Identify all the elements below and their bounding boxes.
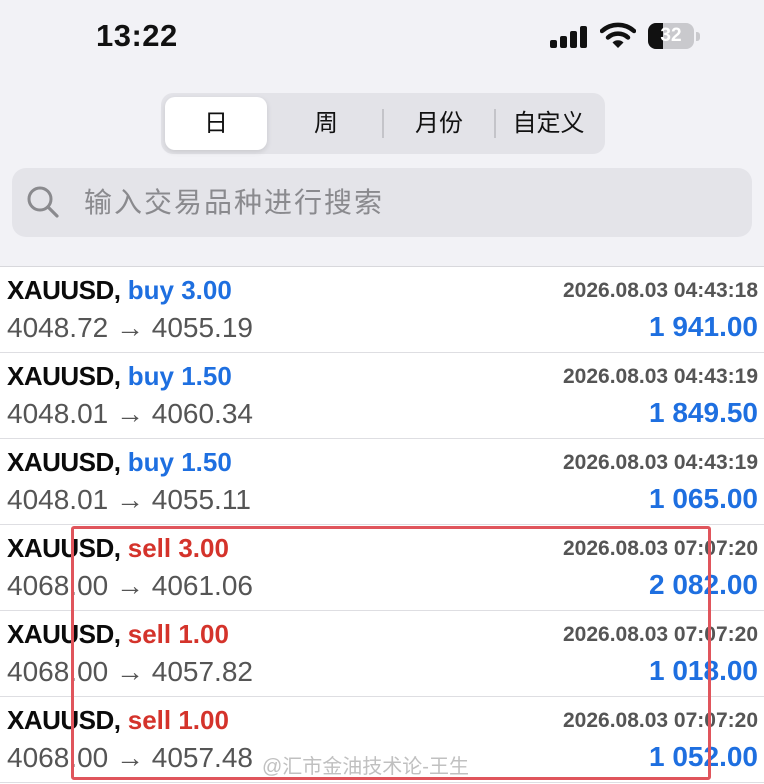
- trade-title: XAUUSD, buy 1.50: [7, 361, 232, 392]
- trade-symbol: XAUUSD,: [7, 533, 121, 563]
- period-segmented-control: 日 周 月份 自定义: [161, 93, 605, 154]
- trade-symbol: XAUUSD,: [7, 705, 121, 735]
- status-time: 13:22: [96, 18, 178, 53]
- trade-prices: 4068.00 → 4057.82: [7, 656, 253, 687]
- trade-side: sell 1.00: [127, 705, 229, 735]
- watermark: @汇市金油技术论-王生: [262, 756, 469, 778]
- search-bar[interactable]: [12, 168, 752, 237]
- trade-datetime: 2026.08.03 04:43:19: [563, 451, 758, 474]
- trade-datetime: 2026.08.03 07:07:20: [563, 537, 758, 560]
- trade-title: XAUUSD, sell 3.00: [7, 533, 229, 564]
- trade-profit: 1 065.00: [649, 483, 758, 514]
- trade-title: XAUUSD, sell 1.00: [7, 619, 229, 650]
- trade-row[interactable]: XAUUSD, sell 1.00 2026.08.03 07:07:20 40…: [0, 611, 764, 697]
- trade-row[interactable]: XAUUSD, buy 3.00 2026.08.03 04:43:18 404…: [0, 267, 764, 353]
- trade-profit: 1 849.50: [649, 397, 758, 428]
- trade-profit: 1 018.00: [649, 655, 758, 686]
- search-icon: [27, 186, 59, 218]
- trade-datetime: 2026.08.03 04:43:18: [563, 279, 758, 302]
- signal-icon: [550, 26, 588, 48]
- trade-symbol: XAUUSD,: [7, 619, 121, 649]
- trade-profit: 2 082.00: [649, 569, 758, 600]
- trade-side: sell 3.00: [127, 533, 229, 563]
- trade-prices: 4068.00 → 4057.48: [7, 742, 253, 773]
- status-bar: 13:22 32: [0, 0, 764, 74]
- trade-datetime: 2026.08.03 07:07:20: [563, 709, 758, 732]
- trade-side: buy 1.50: [127, 361, 232, 391]
- trade-row[interactable]: XAUUSD, sell 3.00 2026.08.03 07:07:20 40…: [0, 525, 764, 611]
- wifi-icon: [600, 22, 636, 48]
- trade-prices: 4048.01 → 4055.11: [7, 484, 251, 515]
- trade-title: XAUUSD, sell 1.00: [7, 705, 229, 736]
- trade-datetime: 2026.08.03 04:43:19: [563, 365, 758, 388]
- trade-datetime: 2026.08.03 07:07:20: [563, 623, 758, 646]
- trade-profit: 1 941.00: [649, 311, 758, 342]
- tab-day[interactable]: 日: [165, 97, 267, 150]
- tab-custom[interactable]: 自定义: [496, 97, 601, 150]
- trade-side: buy 3.00: [127, 275, 232, 305]
- trade-row[interactable]: XAUUSD, buy 1.50 2026.08.03 04:43:19 404…: [0, 353, 764, 439]
- trade-title: XAUUSD, buy 3.00: [7, 275, 232, 306]
- trade-title: XAUUSD, buy 1.50: [7, 447, 232, 478]
- trade-prices: 4048.72 → 4055.19: [7, 312, 253, 343]
- trade-row[interactable]: XAUUSD, buy 1.50 2026.08.03 04:43:19 404…: [0, 439, 764, 525]
- trade-symbol: XAUUSD,: [7, 275, 121, 305]
- search-input[interactable]: [84, 168, 724, 237]
- battery-icon: 32: [648, 23, 694, 49]
- trade-side: buy 1.50: [127, 447, 232, 477]
- trade-prices: 4048.01 → 4060.34: [7, 398, 253, 429]
- tab-month[interactable]: 月份: [384, 97, 494, 150]
- tab-week[interactable]: 周: [271, 97, 381, 150]
- battery-cap: [696, 32, 700, 41]
- battery-percent: 32: [660, 25, 682, 46]
- trade-profit: 1 052.00: [649, 741, 758, 772]
- trade-prices: 4068.00 → 4061.06: [7, 570, 253, 601]
- trade-symbol: XAUUSD,: [7, 447, 121, 477]
- trade-history-list: XAUUSD, buy 3.00 2026.08.03 04:43:18 404…: [0, 266, 764, 784]
- trade-symbol: XAUUSD,: [7, 361, 121, 391]
- trade-side: sell 1.00: [127, 619, 229, 649]
